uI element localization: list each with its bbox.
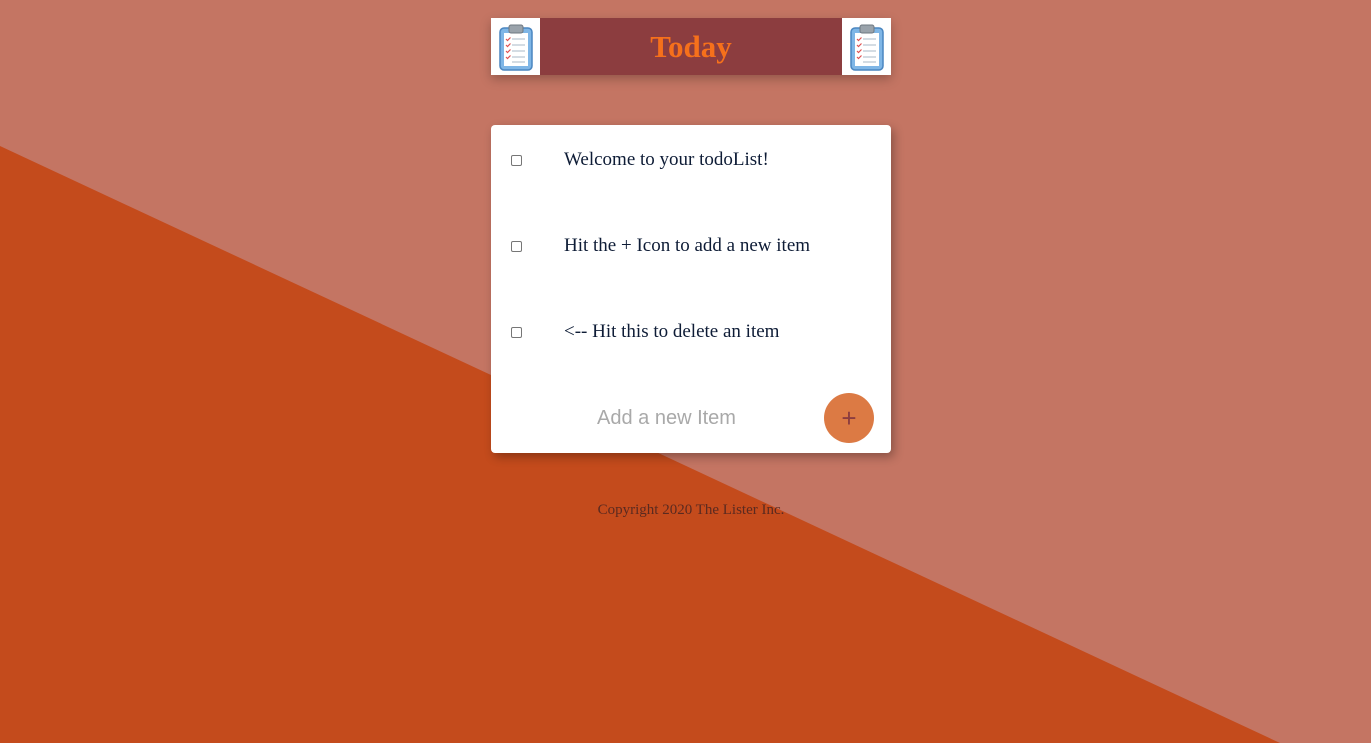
header-title-area: Today bbox=[540, 18, 842, 75]
todo-item-label: Hit the + Icon to add a new item bbox=[564, 235, 811, 256]
todo-item: Welcome to your todoList! bbox=[491, 140, 891, 180]
todo-item: Hit the + Icon to add a new item bbox=[491, 226, 891, 266]
header-left-logo bbox=[491, 18, 540, 75]
add-item-button[interactable]: + bbox=[824, 393, 874, 443]
new-item-input[interactable] bbox=[597, 401, 797, 435]
new-item-form: + bbox=[491, 393, 891, 443]
todo-item-label: Welcome to your todoList! bbox=[564, 149, 769, 170]
todo-item-label: <-- Hit this to delete an item bbox=[564, 321, 780, 342]
todo-item: <-- Hit this to delete an item bbox=[491, 312, 891, 352]
clipboard-icon bbox=[498, 24, 533, 71]
todo-item-checkbox[interactable] bbox=[511, 240, 522, 252]
clipboard-icon bbox=[849, 24, 884, 71]
todo-item-checkbox[interactable] bbox=[511, 154, 522, 166]
page-title: Today bbox=[650, 28, 732, 64]
todo-card: Welcome to your todoList! Hit the + Icon… bbox=[491, 125, 891, 453]
todo-item-checkbox[interactable] bbox=[511, 326, 522, 338]
header-bar: Today bbox=[491, 18, 891, 75]
header-right-logo bbox=[842, 18, 891, 75]
copyright-footer: Copyright 2020 The Lister Inc. bbox=[597, 502, 785, 518]
